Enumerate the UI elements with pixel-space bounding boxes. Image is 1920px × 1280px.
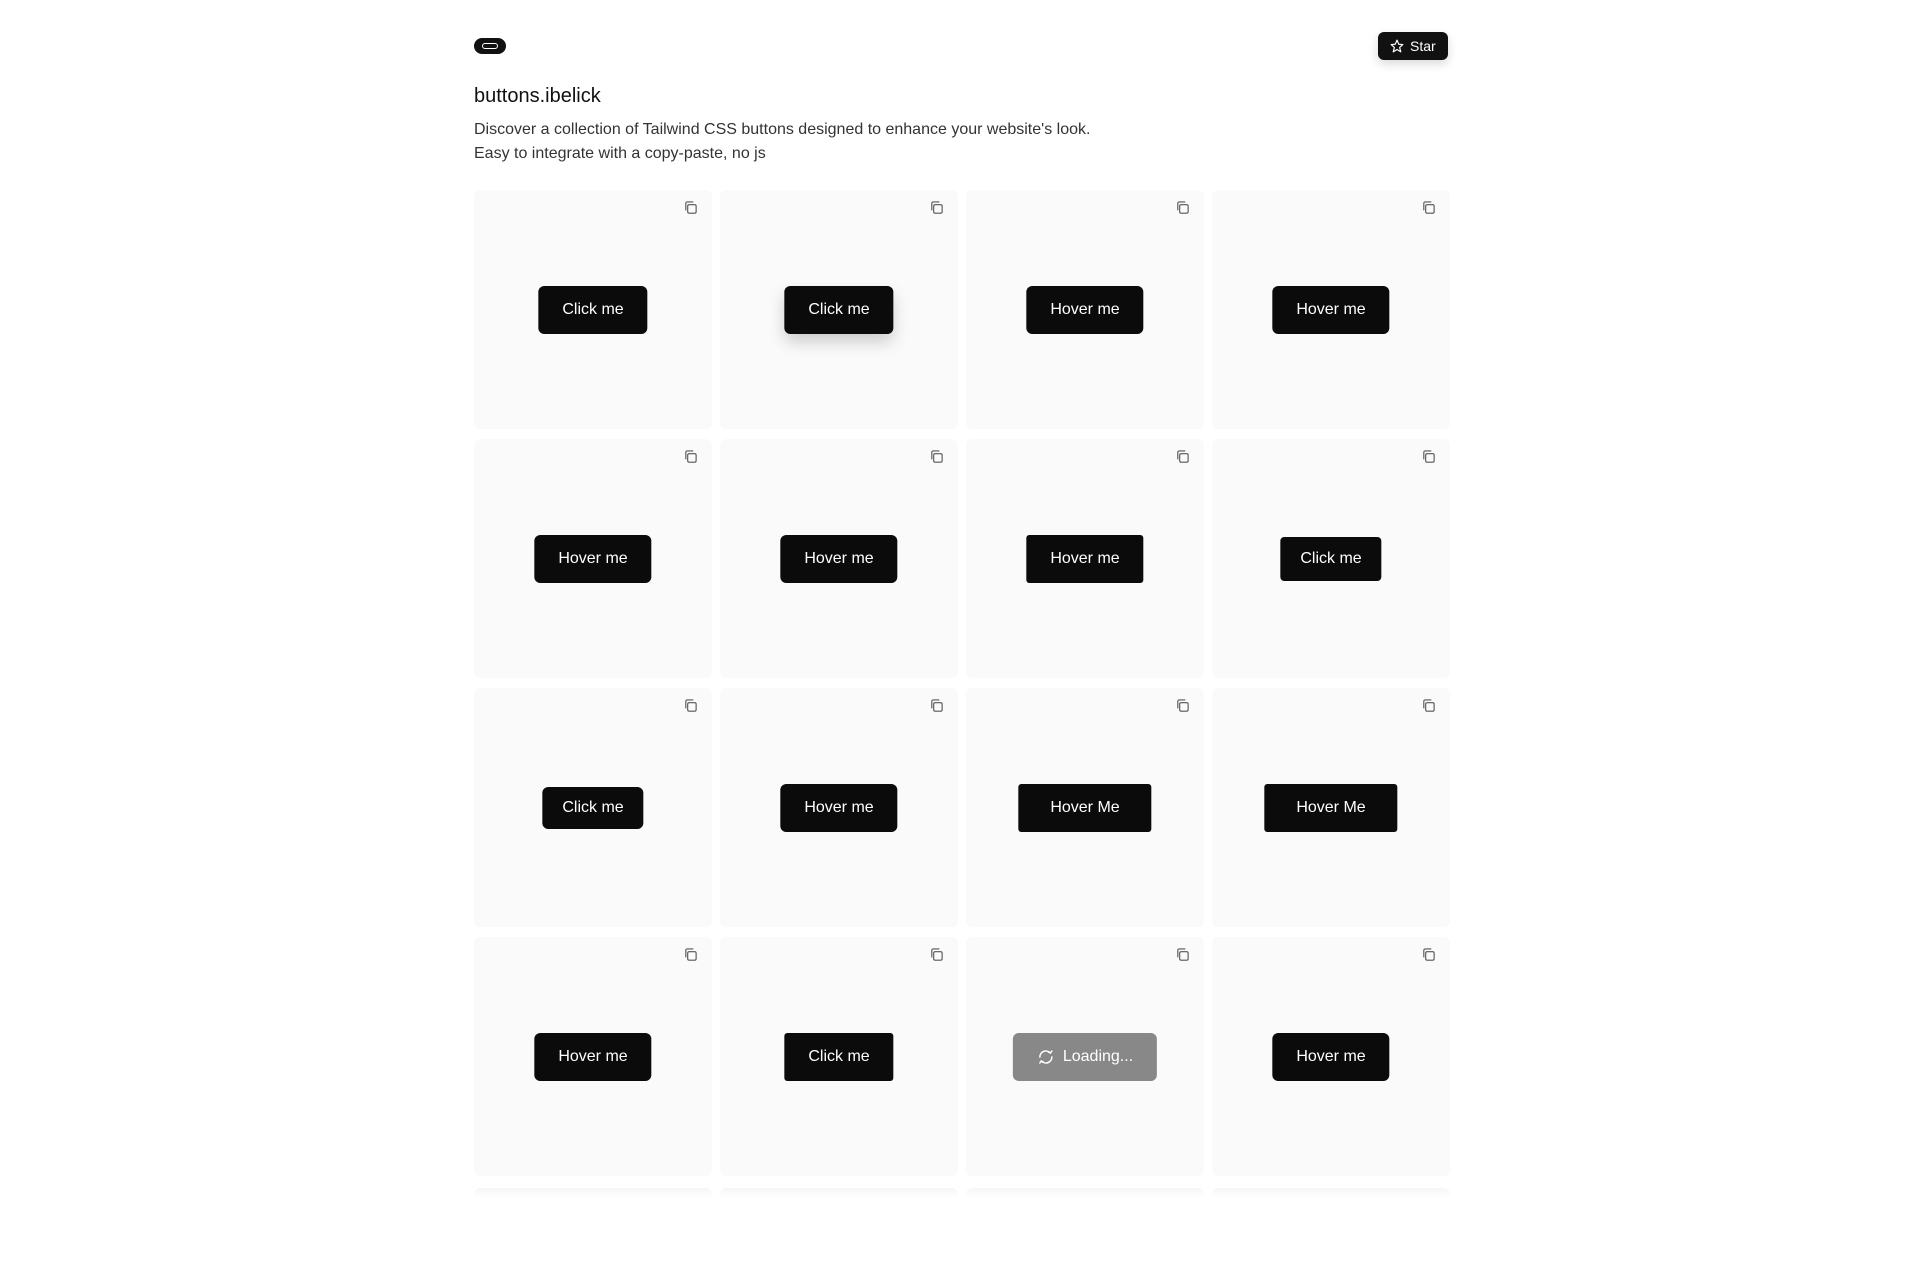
copy-icon[interactable] <box>1421 449 1436 464</box>
page-title: buttons.ibelick <box>474 85 601 107</box>
copy-icon[interactable] <box>1421 698 1436 713</box>
copy-icon[interactable] <box>1421 200 1436 215</box>
copy-icon[interactable] <box>1175 947 1190 962</box>
demo-button[interactable]: Click me <box>784 1032 894 1081</box>
copy-icon[interactable] <box>929 449 944 464</box>
button-card: Hover me <box>720 439 958 678</box>
copy-icon[interactable] <box>929 947 944 962</box>
demo-button[interactable]: Hover me <box>780 783 898 832</box>
button-card <box>1212 1188 1450 1198</box>
copy-icon[interactable] <box>1175 449 1190 464</box>
demo-button[interactable]: Hover me <box>1026 534 1144 583</box>
button-card: Hover me <box>1212 937 1450 1176</box>
demo-button[interactable]: Click me <box>1280 536 1382 581</box>
button-card <box>720 1188 958 1198</box>
description-line: Discover a collection of Tailwind CSS bu… <box>474 121 1091 138</box>
demo-button[interactable]: Hover me <box>1272 1032 1390 1081</box>
button-logo-icon <box>482 43 498 49</box>
button-card: Hover me <box>1212 190 1450 429</box>
star-label: Star <box>1410 38 1436 54</box>
button-card: Hover Me <box>1212 688 1450 927</box>
button-card: Hover me <box>966 439 1204 678</box>
button-card: Hover me <box>720 688 958 927</box>
button-card: Hover Me <box>966 688 1204 927</box>
button-card: Hover me <box>966 190 1204 429</box>
demo-button[interactable]: Click me <box>538 285 648 334</box>
button-card: Hover me <box>474 937 712 1176</box>
demo-button[interactable]: Click me <box>784 285 894 334</box>
button-card: Click me <box>720 190 958 429</box>
copy-icon[interactable] <box>1175 200 1190 215</box>
loading-label: Loading... <box>1062 1047 1134 1065</box>
copy-icon[interactable] <box>683 698 698 713</box>
star-button[interactable]: Star <box>1378 32 1448 60</box>
button-grid: Click me Click me Hover me Hover me Hove… <box>474 190 1452 1176</box>
copy-icon[interactable] <box>929 200 944 215</box>
button-card <box>474 1188 712 1198</box>
demo-button[interactable]: Hover me <box>534 1032 652 1081</box>
loading-button[interactable]: Loading... <box>1012 1032 1158 1081</box>
button-card: Loading... <box>966 937 1204 1176</box>
copy-icon[interactable] <box>1421 947 1436 962</box>
button-card: Click me <box>474 688 712 927</box>
demo-button[interactable]: Hover me <box>534 534 652 583</box>
demo-button[interactable]: Click me <box>542 786 644 829</box>
copy-icon[interactable] <box>683 200 698 215</box>
demo-button[interactable]: Hover me <box>1272 285 1390 334</box>
demo-button[interactable]: Hover me <box>780 534 898 583</box>
description-line: Easy to integrate with a copy-paste, no … <box>474 145 766 162</box>
refresh-spinner-icon <box>1039 1049 1053 1064</box>
next-row-preview <box>474 1188 1452 1198</box>
copy-icon[interactable] <box>683 947 698 962</box>
copy-icon[interactable] <box>1175 698 1190 713</box>
copy-icon[interactable] <box>929 698 944 713</box>
button-card: Hover me <box>474 439 712 678</box>
star-icon <box>1390 39 1404 53</box>
demo-button[interactable]: Hover me <box>1026 285 1144 334</box>
button-card: Click me <box>720 937 958 1176</box>
page-description: Discover a collection of Tailwind CSS bu… <box>474 118 1090 166</box>
button-card: Click me <box>474 190 712 429</box>
button-card <box>966 1188 1204 1198</box>
logo[interactable] <box>474 38 506 54</box>
demo-button[interactable]: Hover Me <box>1018 783 1152 832</box>
copy-icon[interactable] <box>683 449 698 464</box>
demo-button[interactable]: Hover Me <box>1264 783 1398 832</box>
button-card: Click me <box>1212 439 1450 678</box>
